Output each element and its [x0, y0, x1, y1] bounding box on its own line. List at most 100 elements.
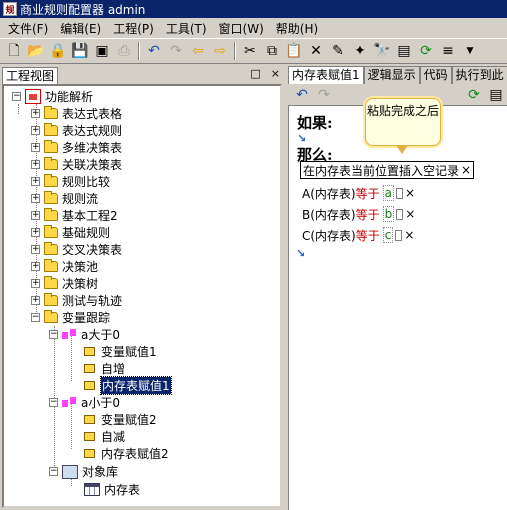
undo-icon[interactable]: ↶ [143, 40, 165, 62]
close-icon[interactable]: × [404, 228, 414, 242]
find-icon[interactable]: 🔭 [371, 40, 393, 62]
close-icon[interactable]: × [405, 186, 415, 200]
value[interactable]: b [382, 206, 395, 222]
undo-icon[interactable]: ↶ [291, 84, 313, 106]
cut-icon[interactable]: ✂ [239, 40, 261, 62]
redo-icon[interactable]: ↷ [313, 84, 335, 106]
expand-icon[interactable]: + [31, 211, 40, 220]
tree-node[interactable]: + 表达式规则 [31, 122, 122, 139]
save-icon[interactable]: 💾 [69, 40, 91, 62]
tree-node[interactable]: 自增 [84, 360, 125, 377]
expand-icon[interactable]: + [31, 262, 40, 271]
dropdown-arrow-icon[interactable]: ▼ [459, 40, 481, 62]
assignment-row[interactable]: C(内存表) 等于 c × [302, 226, 414, 244]
expand-icon[interactable]: + [31, 143, 40, 152]
edit-icon[interactable]: ✎ [327, 40, 349, 62]
menu-edit[interactable]: 编辑(E) [54, 20, 107, 37]
assignment-row[interactable]: B(内存表) 等于 b × [302, 205, 415, 223]
expand-icon[interactable]: + [31, 126, 40, 135]
menu-tools[interactable]: 工具(T) [160, 20, 213, 37]
new-icon[interactable]: 🗋 [3, 40, 25, 62]
menu-help[interactable]: 帮助(H) [270, 20, 324, 37]
tree-node[interactable]: − 变量跟踪 [31, 309, 110, 326]
collapse-icon[interactable]: − [12, 92, 21, 101]
delete-icon[interactable]: ✕ [305, 40, 327, 62]
properties-icon[interactable]: ▤ [485, 84, 507, 106]
tree-node[interactable]: + 交叉决策表 [31, 241, 122, 258]
expand-icon[interactable]: + [31, 245, 40, 254]
tree-node-root[interactable]: − 功能解析 [12, 88, 93, 105]
format-icon[interactable]: ≡ [437, 40, 459, 62]
collapse-icon[interactable]: − [31, 313, 40, 322]
print-icon[interactable]: ⎙ [113, 40, 135, 62]
collapse-icon[interactable]: − [49, 467, 58, 476]
tab-logic-view[interactable]: 逻辑显示 [363, 66, 420, 84]
tree-node[interactable]: 变量赋值2 [84, 411, 157, 428]
insert-record-action[interactable]: 在内存表当前位置插入空记录 × [300, 161, 475, 179]
value[interactable]: a [382, 185, 394, 201]
forward-icon[interactable]: ⇨ [209, 40, 231, 62]
tree-node[interactable]: + 规则流 [31, 190, 98, 207]
tree-node[interactable]: + 关联决策表 [31, 156, 122, 173]
expand-icon[interactable]: + [31, 296, 40, 305]
collapse-icon[interactable]: − [49, 398, 58, 407]
close-icon[interactable]: × [461, 163, 471, 177]
tab-run-to-here[interactable]: 执行到此 [451, 66, 507, 84]
tooltip-text: 粘贴完成之后 [366, 104, 439, 118]
panel-title[interactable]: 工程视图 [2, 66, 59, 84]
menu-window[interactable]: 窗口(W) [213, 20, 270, 37]
value-box[interactable] [395, 187, 403, 199]
tree-node[interactable]: + 基础规则 [31, 224, 110, 241]
expand-icon[interactable]: + [31, 177, 40, 186]
tree-node[interactable]: + 基本工程2 [31, 207, 118, 224]
save-all-icon[interactable]: ▣ [91, 40, 113, 62]
refresh-icon[interactable]: ⟳ [415, 40, 437, 62]
back-icon[interactable]: ⇦ [187, 40, 209, 62]
menu-bar: 文件(F) 编辑(E) 工程(P) 工具(T) 窗口(W) 帮助(H) [0, 18, 507, 38]
close-icon[interactable]: × [405, 207, 415, 221]
menu-project[interactable]: 工程(P) [107, 20, 160, 37]
expand-icon[interactable]: + [31, 279, 40, 288]
tree-node[interactable]: 内存表 [84, 481, 140, 498]
expand-icon[interactable]: + [31, 194, 40, 203]
menu-file[interactable]: 文件(F) [2, 20, 54, 37]
redo-icon[interactable]: ↷ [165, 40, 187, 62]
paste-icon[interactable]: 📋 [283, 40, 305, 62]
tree-node[interactable]: + 表达式表格 [31, 105, 122, 122]
operator[interactable]: 等于 [356, 206, 380, 223]
copy-icon[interactable]: ⧉ [261, 40, 283, 62]
expand-icon[interactable]: + [31, 109, 40, 118]
refresh-icon[interactable]: ⟳ [463, 84, 485, 106]
close-icon[interactable]: × [271, 67, 280, 80]
then-arrow-icon[interactable]: ↘ [296, 247, 305, 260]
tree-node[interactable]: − a小于0 [49, 394, 120, 411]
tab-code[interactable]: 代码 [419, 66, 452, 84]
collapse-icon[interactable]: − [49, 330, 58, 339]
tree-node-selected[interactable]: 内存表赋值1 [84, 376, 172, 395]
value-box[interactable] [395, 229, 403, 241]
tree-node[interactable]: + 规则比较 [31, 173, 110, 190]
open-icon[interactable]: 📂 [25, 40, 47, 62]
tree-node[interactable]: 内存表赋值2 [84, 445, 169, 462]
expand-icon[interactable]: + [31, 160, 40, 169]
tree-label: 规则比较 [62, 175, 111, 189]
assignment-row[interactable]: A(内存表) 等于 a × [302, 184, 415, 202]
properties-icon[interactable]: ▤ [393, 40, 415, 62]
value[interactable]: c [382, 227, 394, 243]
tab-memory-table-assign[interactable]: 内存表赋值1 [288, 66, 364, 84]
tree-node[interactable]: + 测试与轨迹 [31, 292, 122, 309]
tree-node[interactable]: − 对象库 [49, 463, 118, 480]
tree-node[interactable]: + 多维决策表 [31, 139, 122, 156]
tree-node[interactable]: + 决策池 [31, 258, 98, 275]
expand-icon[interactable]: + [31, 228, 40, 237]
tree-node[interactable]: − a大于0 [49, 326, 120, 343]
tree-node[interactable]: + 决策树 [31, 275, 98, 292]
wand-icon[interactable]: ✦ [349, 40, 371, 62]
lock-icon[interactable]: 🔒 [47, 40, 69, 62]
value-box[interactable] [396, 208, 404, 220]
tree-node[interactable]: 自减 [84, 428, 125, 445]
operator[interactable]: 等于 [356, 185, 380, 202]
minimize-icon[interactable]: □ [250, 67, 260, 80]
operator[interactable]: 等于 [356, 227, 380, 244]
tree-node[interactable]: 变量赋值1 [84, 343, 157, 360]
